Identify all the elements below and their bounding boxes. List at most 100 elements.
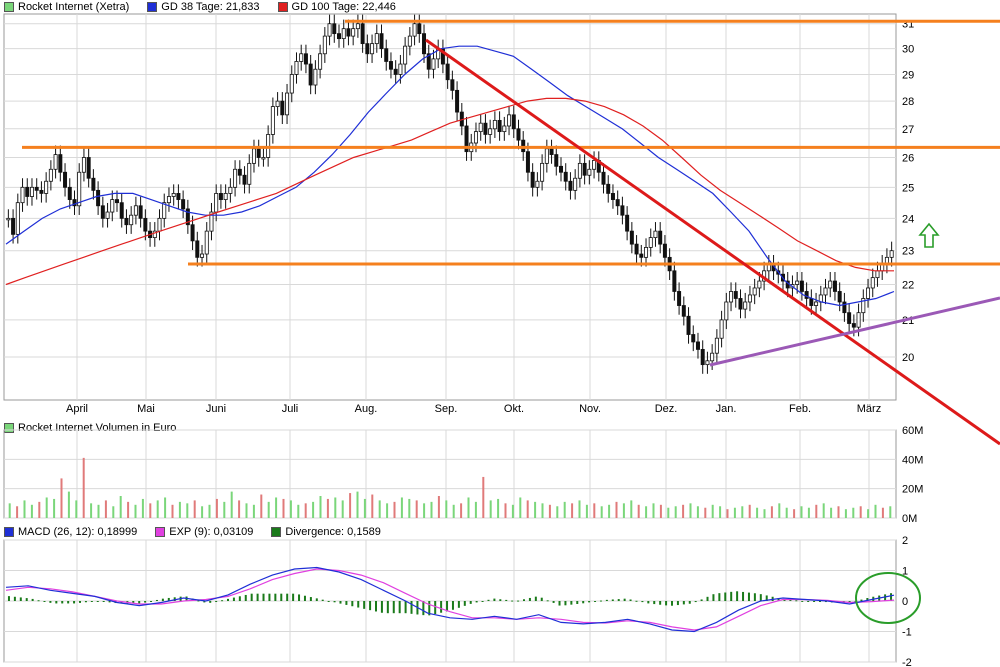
divergence-bar [19,597,22,601]
stock-chart: 202122232425262728293031April Mai Juni Juli… [3,13,1000,667]
candle [124,217,129,226]
volume-bar [667,507,670,518]
divergence-bar [238,596,241,601]
candle [34,186,39,191]
divergence-bar [7,596,10,601]
candle [554,154,559,167]
volume-bar [830,507,833,518]
divergence-bar [884,594,887,601]
divergence-bar [363,601,366,609]
candle [658,230,663,245]
candle [516,128,521,141]
candle [832,280,837,292]
volume-bar [215,498,218,518]
volume-tick-label: 60M [902,425,923,437]
candle [11,217,16,235]
divergence-bar [25,598,28,601]
volume-bar [53,498,56,518]
candle [582,162,587,176]
divergence-bar [724,592,727,601]
volume-bar [38,501,41,518]
candle [710,352,715,362]
divergence-bar [582,601,585,604]
divergence-bar [404,601,407,614]
candle [525,151,530,173]
candle [417,23,422,35]
volume-bar [704,507,707,518]
volume-bar [526,500,529,518]
divergence-bar [481,601,484,602]
candle [332,23,337,35]
volume-bar [748,504,751,518]
candle [294,61,299,75]
divergence-bar [351,601,354,607]
candle [502,125,507,133]
candle [176,193,181,200]
candle [171,193,176,197]
candle [360,23,365,45]
volume-bar [756,507,759,518]
volume-bar [511,504,514,518]
volume-bar [297,504,300,518]
divergence-bar [155,599,158,601]
volume-bar [711,504,714,518]
volume-tick-label: 0M [902,513,917,525]
volume-bar [141,498,144,518]
candle [875,270,880,279]
annotation-overlay [22,19,1000,624]
month-label: Okt. [504,403,524,415]
candle [270,106,275,135]
candle [733,291,738,299]
candle [318,53,323,70]
candle [96,189,101,207]
candle [814,301,819,306]
volume-bar [822,503,825,518]
volume-bar [282,498,285,518]
volume-bar [859,506,862,518]
candle [445,63,450,81]
candle [724,301,729,321]
divergence-bar [552,601,555,603]
divergence-bar [274,593,277,601]
volume-bar [548,504,551,518]
candle [606,183,611,194]
candle [20,186,25,204]
volume-tick-label: 20M [902,484,923,496]
divergence-bar [315,598,318,601]
candle [308,63,313,86]
candle [455,89,460,113]
volume-bar [445,500,448,518]
candle [473,131,478,144]
volume-bar [600,506,603,518]
candle [166,196,171,204]
volume-bar [393,501,396,518]
divergence-bar [380,601,383,613]
volume-bar [149,503,152,518]
divergence-bar [286,593,289,601]
candle [695,341,700,350]
volume-bar [889,506,892,518]
candle [559,165,564,173]
divergence-bar [150,601,153,602]
volume-bar [252,504,255,518]
candle [705,360,710,366]
candle [138,205,143,219]
divergence-bar [570,601,573,605]
divergence-bar [309,597,312,601]
candle [544,148,549,164]
volume-bar [622,503,625,518]
volume-bar [785,507,788,518]
volume-bar [90,503,93,518]
candle [757,280,762,289]
candle [63,171,68,188]
candle [403,45,408,65]
volume-bar [289,500,292,518]
divergence-bar [457,601,460,608]
volume-bar [45,497,48,518]
volume-bar [578,500,581,518]
volume-bar [489,500,492,518]
gd100-line [5,97,894,286]
month-label: April [66,403,88,415]
candle [795,280,800,285]
volume-bar [127,501,130,518]
